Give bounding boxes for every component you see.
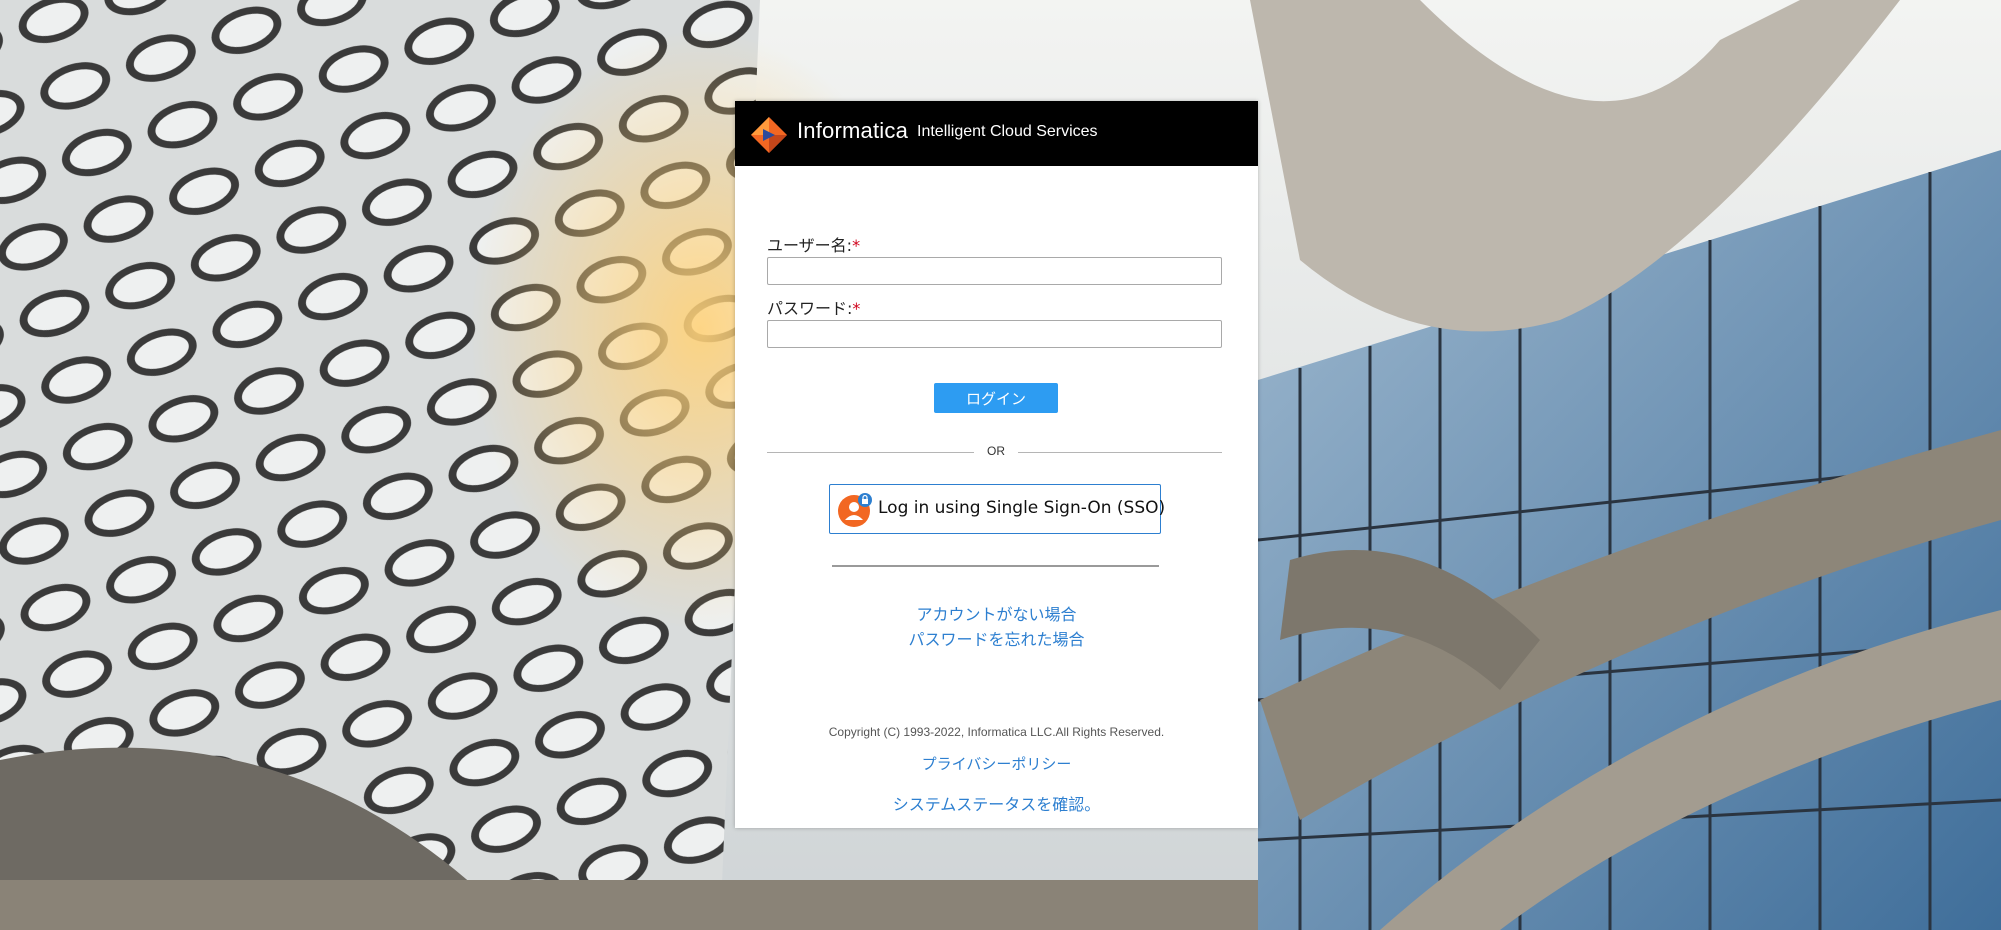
brand-name: Informatica xyxy=(797,118,909,143)
brand-header: Informatica Intelligent Cloud Services xyxy=(735,101,1258,166)
login-panel: Informatica Intelligent Cloud Services ユ… xyxy=(735,101,1258,828)
divider-left xyxy=(767,452,974,453)
informatica-logo-icon xyxy=(751,117,787,153)
no-account-link[interactable]: アカウントがない場合 xyxy=(735,601,1258,625)
system-status-link[interactable]: システムステータスを確認。 xyxy=(735,791,1258,815)
username-label-text: ユーザー名: xyxy=(767,236,853,255)
brand-subtitle: Intelligent Cloud Services xyxy=(917,123,1098,140)
user-lock-icon xyxy=(838,493,872,527)
login-button[interactable]: ログイン xyxy=(934,383,1058,413)
password-label: パスワード:* xyxy=(767,295,860,319)
divider-right xyxy=(1018,452,1222,453)
username-input[interactable] xyxy=(767,257,1222,285)
username-label: ユーザー名:* xyxy=(767,232,860,256)
forgot-password-link[interactable]: パスワードを忘れた場合 xyxy=(735,626,1258,650)
privacy-policy-link[interactable]: プライバシーポリシー xyxy=(735,753,1258,774)
required-mark: * xyxy=(852,236,861,255)
or-separator: OR xyxy=(987,444,1005,458)
copyright-text: Copyright (C) 1993-2022, Informatica LLC… xyxy=(828,725,1165,739)
sso-login-button[interactable]: Log in using Single Sign-On (SSO) xyxy=(829,484,1165,534)
required-mark: * xyxy=(852,299,861,318)
sso-button-label: Log in using Single Sign-On (SSO) xyxy=(878,498,1166,518)
password-label-text: パスワード: xyxy=(767,299,853,318)
password-input[interactable] xyxy=(767,320,1222,348)
section-divider xyxy=(832,565,1159,567)
